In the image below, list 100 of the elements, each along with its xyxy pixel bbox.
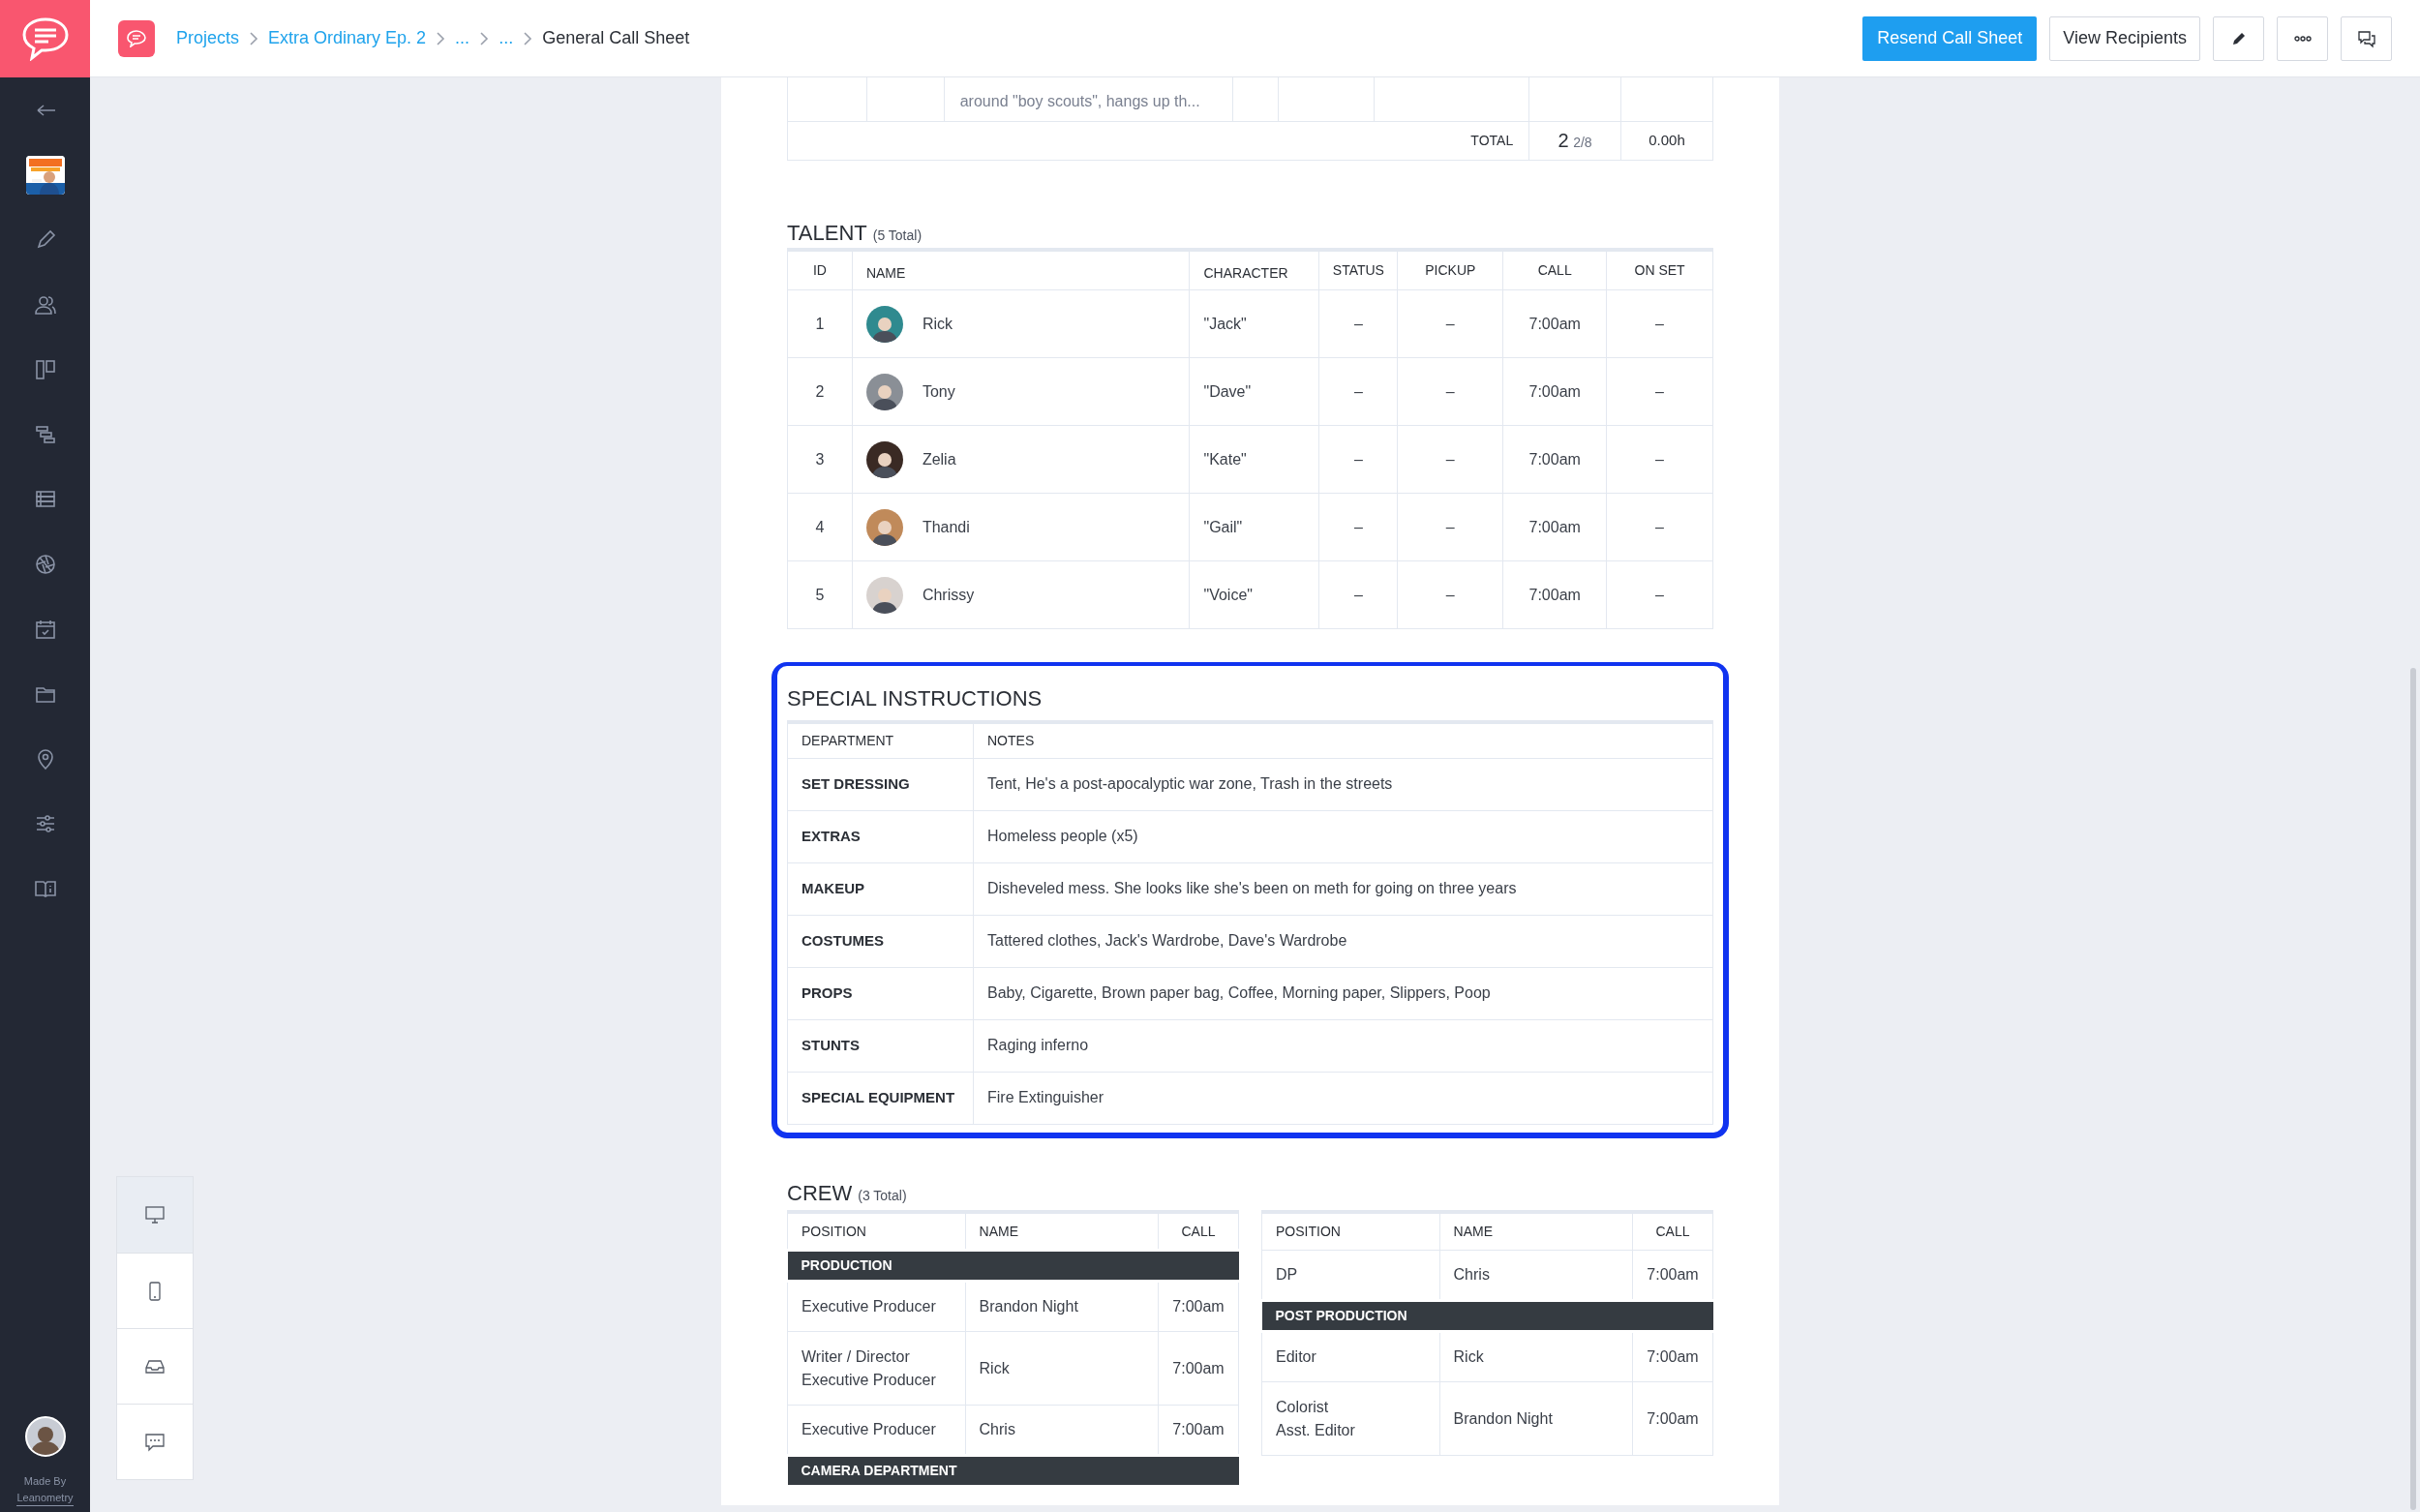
call-time: 7:00am: [1172, 1359, 1225, 1376]
view-mode-button[interactable]: [117, 1177, 193, 1253]
avatar: [865, 440, 903, 478]
section-title: TALENT: [787, 219, 867, 247]
edit-button[interactable]: [2213, 15, 2264, 61]
note-text: Baby, Cigarette, Brown paper bag, Coffee, Morning paper, Slippers, Poop: [987, 984, 1491, 1001]
talent-name: Rick: [922, 314, 953, 334]
breadcrumb-link[interactable]: ...: [499, 25, 514, 51]
made-by-label: Made By: [23, 1475, 67, 1487]
comments-button[interactable]: [2341, 15, 2392, 61]
column-header: CALL: [1537, 262, 1572, 279]
scene-description: around "boy scouts", hangs up th...: [959, 92, 1200, 109]
department-header: POST PRODUCTION: [1261, 1300, 1713, 1332]
note-text: Tattered clothes, Jack's Wardrobe, Dave's Wardrobe: [987, 932, 1347, 949]
chevron-right-icon: [436, 30, 446, 46]
avatar: [865, 373, 903, 410]
breadcrumb-link[interactable]: ...: [455, 25, 470, 51]
page-fraction: 2/8: [1573, 135, 1592, 150]
resend-button[interactable]: Resend Call Sheet: [1862, 15, 2038, 61]
row-id: 2: [815, 382, 825, 400]
table-cell-text: –: [1353, 518, 1363, 535]
table-cell-text: –: [1353, 382, 1363, 400]
department-label: SET DRESSING: [802, 775, 910, 792]
table-cell-text: –: [1445, 518, 1455, 535]
note-text: Disheveled mess. She looks like she's been on meth for going on three years: [987, 880, 1517, 896]
table-cell-text: –: [1353, 450, 1363, 468]
table-cell-text: –: [1655, 518, 1664, 535]
recipients-button[interactable]: View Recipients: [2049, 15, 2200, 61]
table-cell-text: –: [1445, 315, 1455, 332]
more-button[interactable]: [2277, 15, 2328, 61]
table-cell-text: 7:00am: [1528, 315, 1581, 332]
chat-bubbles-icon: [2356, 28, 2376, 48]
department-label: MAKEUP: [802, 880, 864, 896]
column-header: NAME: [865, 265, 906, 282]
call-time: 7:00am: [1647, 1266, 1699, 1283]
section-title: SPECIAL INSTRUCTIONS: [787, 685, 1043, 712]
table-cell-text: –: [1655, 382, 1664, 400]
table-cell-text: 7:00am: [1528, 382, 1581, 400]
note-text: Tent, He's a post-apocalyptic war zone, Trash in the streets: [987, 775, 1393, 792]
table-cell-text: –: [1353, 586, 1363, 603]
column-header: CALL: [1655, 1224, 1690, 1240]
department-label: PROPS: [802, 984, 853, 1001]
department-header: PRODUCTION: [787, 1250, 1239, 1282]
department-label: EXTRAS: [802, 828, 861, 844]
column-header: NAME: [1453, 1224, 1493, 1240]
table-cell-text: –: [1655, 315, 1664, 332]
department-label: SPECIAL EQUIPMENT: [802, 1089, 955, 1105]
table-cell-text: –: [1445, 382, 1455, 400]
crew-position: DP: [1276, 1266, 1298, 1283]
breadcrumb-link[interactable]: Extra Ordinary Ep. 2: [268, 25, 427, 51]
section-count: (5 Total): [872, 226, 923, 245]
column-header: CHARACTER: [1203, 265, 1288, 282]
department-label: COSTUMES: [802, 932, 884, 949]
company-link[interactable]: Leanometry: [16, 1489, 74, 1506]
column-header: POSITION: [1276, 1224, 1341, 1240]
note-text: Fire Extinguisher: [987, 1089, 1104, 1105]
app-logo[interactable]: [0, 0, 90, 77]
call-time: 7:00am: [1647, 1348, 1699, 1365]
columns-icon[interactable]: [33, 357, 57, 381]
table-cell-text: "Jack": [1203, 315, 1247, 332]
section-title: CREW: [787, 1179, 853, 1207]
table-cell-text: "Kate": [1203, 450, 1247, 468]
crew-name: Chris: [979, 1421, 1015, 1437]
row-id: 4: [815, 518, 825, 535]
breadcrumb-link[interactable]: Projects: [176, 25, 240, 51]
call-time: 7:00am: [1647, 1409, 1699, 1427]
crew-name: Rick: [1453, 1348, 1484, 1365]
section-count: (3 Total): [858, 1186, 907, 1205]
note-text: Raging inferno: [987, 1037, 1089, 1053]
department-label: STUNTS: [802, 1037, 860, 1053]
user-avatar[interactable]: [24, 1415, 66, 1457]
desktop-icon: [144, 1204, 166, 1225]
table-cell-text: "Dave": [1203, 382, 1252, 400]
talent-name: Zelia: [922, 449, 956, 469]
more-icon: [2293, 35, 2312, 42]
row-id: 3: [815, 450, 825, 468]
chevron-right-icon: [523, 30, 533, 46]
project-thumbnail[interactable]: [25, 155, 65, 195]
crew-name: Brandon Night: [979, 1298, 1078, 1315]
page-count: 2: [1558, 130, 1569, 151]
call-time: 7:00am: [1172, 1421, 1225, 1437]
call-time: 7:00am: [1172, 1298, 1225, 1315]
column-header: NOTES: [987, 733, 1035, 749]
talent-name: Thandi: [922, 517, 970, 537]
table-cell-text: 7:00am: [1528, 518, 1581, 535]
column-header: ID: [812, 262, 827, 279]
aperture-icon[interactable]: [33, 552, 57, 576]
total-label: TOTAL: [1470, 133, 1514, 148]
department-header: CAMERA DEPARTMENT: [787, 1455, 1239, 1487]
table-cell-text: "Voice": [1203, 586, 1253, 603]
chevron-right-icon: [479, 30, 490, 46]
scrollbar[interactable]: [2410, 668, 2416, 1510]
chat-icon: [144, 1431, 166, 1453]
chat-bubble-icon: [20, 16, 70, 61]
avatar: [865, 305, 903, 343]
chevron-right-icon: [249, 30, 259, 46]
crew-name: Rick: [979, 1359, 1010, 1376]
table-cell-text: –: [1445, 586, 1455, 603]
column-header: DEPARTMENT: [802, 733, 894, 749]
crew-position: Writer / Director Executive Producer: [802, 1347, 936, 1388]
